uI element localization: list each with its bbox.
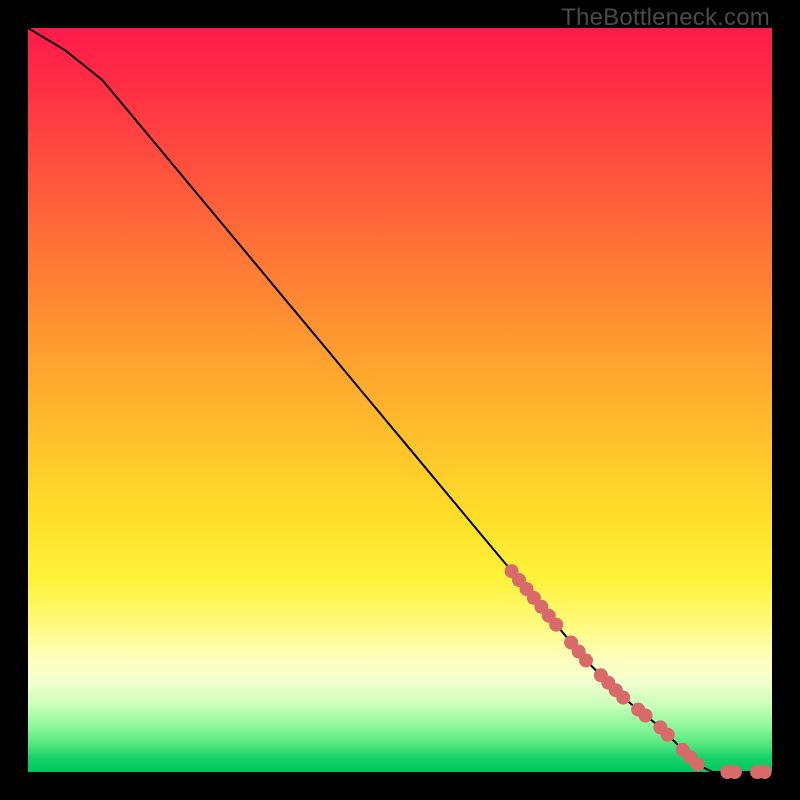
highlight-marker	[758, 765, 772, 779]
highlight-marker	[661, 728, 675, 742]
highlight-markers	[505, 564, 772, 779]
plot-area	[28, 28, 772, 772]
highlight-marker	[691, 758, 705, 772]
highlight-marker	[579, 653, 593, 667]
bottleneck-curve	[28, 28, 772, 772]
highlight-marker	[639, 709, 653, 723]
highlight-marker	[616, 691, 630, 705]
chart-frame: TheBottleneck.com	[0, 0, 800, 800]
highlight-marker	[728, 765, 742, 779]
curve-svg	[28, 28, 772, 772]
watermark-text: TheBottleneck.com	[561, 4, 770, 32]
highlight-marker	[549, 618, 563, 632]
